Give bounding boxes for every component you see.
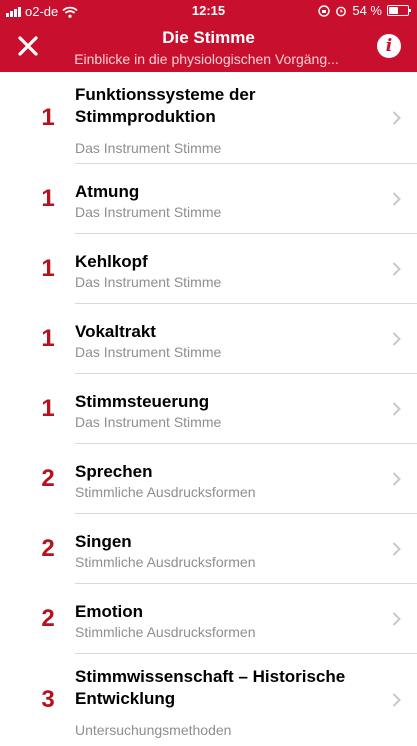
status-right: 54 % [318, 3, 411, 18]
info-icon[interactable]: i [377, 34, 401, 58]
chapter-section: Das Instrument Stimme [75, 204, 222, 220]
chapter-section: Stimmliche Ausdrucksformen [75, 484, 256, 500]
chapter-section: Stimmliche Ausdrucksformen [75, 624, 256, 640]
alarm-icon [336, 6, 347, 16]
chapter-section: Das Instrument Stimme [75, 414, 222, 430]
chapter-number: 1 [41, 104, 55, 131]
chapter-title: Emotion [75, 602, 143, 621]
chapter-section: Untersuchungsmethoden [75, 722, 232, 738]
rotation-lock-icon [318, 4, 331, 17]
chapter-section: Stimmliche Ausdrucksformen [75, 554, 256, 570]
list-item[interactable]: 2 Sprechen Stimmliche Ausdrucksformen [0, 444, 417, 514]
list-item[interactable]: 1 Atmung Das Instrument Stimme [0, 164, 417, 234]
battery-percent: 54 % [352, 3, 382, 18]
chapter-number: 2 [41, 465, 55, 492]
chapter-title: Kehlkopf [75, 252, 148, 271]
chevron-right-icon [392, 402, 401, 416]
battery-fill [389, 7, 398, 14]
close-icon[interactable] [14, 32, 42, 60]
chapter-number: 1 [41, 395, 55, 422]
navigation-bar: Die Stimme Einblicke in die physiologisc… [0, 22, 417, 72]
chevron-right-icon [392, 262, 401, 276]
list-item[interactable]: 1 Stimmsteuerung Das Instrument Stimme [0, 374, 417, 444]
chapter-list: 1 Funktionssysteme der Stimmproduktion D… [0, 72, 417, 746]
chapter-number: 2 [41, 535, 55, 562]
chapter-number: 1 [41, 325, 55, 352]
chevron-right-icon [392, 111, 401, 125]
list-item[interactable]: 3 Stimmwissenschaft – Historische Entwic… [0, 654, 417, 746]
chevron-right-icon [392, 192, 401, 206]
chevron-right-icon [392, 472, 401, 486]
chapter-number: 3 [41, 686, 55, 713]
chapter-number: 2 [41, 605, 55, 632]
chapter-title: Atmung [75, 182, 140, 201]
chapter-number: 1 [41, 255, 55, 282]
list-item[interactable]: 2 Emotion Stimmliche Ausdrucksformen [0, 584, 417, 654]
chapter-title: Vokaltrakt [75, 322, 156, 341]
chapter-section: Das Instrument Stimme [75, 344, 222, 360]
page-subtitle: Einblicke in die physiologischen Vorgäng… [74, 51, 339, 67]
list-item[interactable]: 1 Vokaltrakt Das Instrument Stimme [0, 304, 417, 374]
chevron-right-icon [392, 542, 401, 556]
chapter-title: Stimmsteuerung [75, 392, 210, 411]
chevron-right-icon [392, 612, 401, 626]
chapter-title: Funktionssysteme der Stimmproduktion [75, 85, 256, 126]
chapter-title: Singen [75, 532, 132, 551]
chapter-title: Stimmwissenschaft – Historische Entwickl… [75, 667, 346, 708]
list-item[interactable]: 1 Kehlkopf Das Instrument Stimme [0, 234, 417, 304]
chapter-number: 1 [41, 185, 55, 212]
list-item[interactable]: 1 Funktionssysteme der Stimmproduktion D… [0, 72, 417, 164]
chevron-right-icon [392, 693, 401, 707]
list-item[interactable]: 2 Singen Stimmliche Ausdrucksformen [0, 514, 417, 584]
page-title: Die Stimme [162, 28, 255, 47]
battery-icon [387, 5, 411, 16]
status-bar: o2-de 12:15 54 % [0, 0, 417, 22]
chapter-section: Das Instrument Stimme [75, 274, 222, 290]
chapter-section: Das Instrument Stimme [75, 140, 222, 156]
chevron-right-icon [392, 332, 401, 346]
chapter-title: Sprechen [75, 462, 153, 481]
